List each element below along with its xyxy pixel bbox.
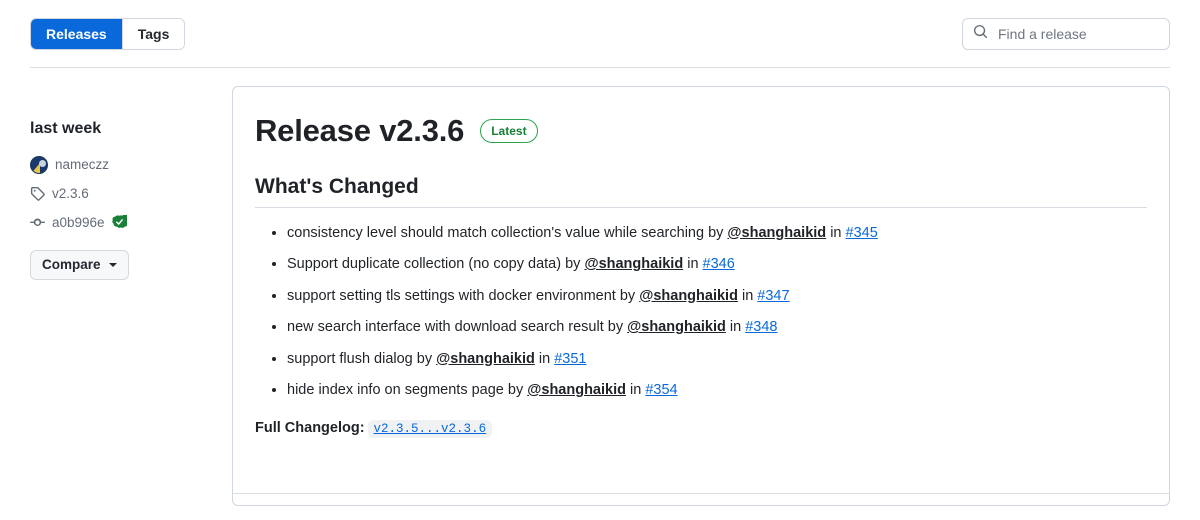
author-link[interactable]: nameczz <box>55 157 109 172</box>
pr-link[interactable]: #347 <box>757 288 789 304</box>
pr-link[interactable]: #345 <box>846 225 878 241</box>
release-title-row: Release v2.3.6 Latest <box>255 113 1147 149</box>
release-card: Release v2.3.6 Latest What's Changed con… <box>232 86 1170 506</box>
release-meta-sidebar: last week nameczz v2.3.6 a0b996e Compare <box>30 68 232 280</box>
commit-sha[interactable]: a0b996e <box>52 215 105 230</box>
chevron-down-icon <box>108 262 117 267</box>
git-commit-icon <box>30 215 45 230</box>
search-icon <box>973 24 988 44</box>
pr-link[interactable]: #351 <box>554 351 586 367</box>
list-item: support setting tls settings with docker… <box>287 285 1147 307</box>
change-text: new search interface with download searc… <box>287 319 628 336</box>
release-tag-toggle[interactable]: Releases Tags <box>30 18 186 50</box>
change-text-in: in <box>725 319 746 336</box>
compare-button[interactable]: Compare <box>30 249 129 280</box>
list-item: new search interface with download searc… <box>287 316 1147 338</box>
list-item: consistency level should match collectio… <box>287 222 1147 244</box>
tab-tags[interactable]: Tags <box>122 19 185 49</box>
full-changelog-label: Full Changelog: <box>255 420 365 437</box>
release-date: last week <box>30 120 102 137</box>
change-text: support setting tls settings with docker… <box>287 287 640 304</box>
page-header: Releases Tags <box>0 0 1200 68</box>
pr-link[interactable]: #354 <box>645 382 677 398</box>
compare-button-label: Compare <box>42 257 101 273</box>
release-author-row[interactable]: nameczz <box>30 154 232 176</box>
release-tag-row[interactable]: v2.3.6 <box>30 183 232 205</box>
status-badge: Latest <box>480 118 538 143</box>
page-title: Release v2.3.6 <box>255 113 465 148</box>
change-text-in: in <box>683 256 703 273</box>
list-item: hide index info on segments page by @sha… <box>287 379 1147 401</box>
mention-link[interactable]: @shanghaikid <box>584 256 683 272</box>
change-text: consistency level should match collectio… <box>287 224 728 241</box>
tab-releases[interactable]: Releases <box>31 19 122 49</box>
release-search-box[interactable] <box>962 18 1170 50</box>
release-commit-row[interactable]: a0b996e <box>30 212 232 234</box>
change-text: Support duplicate collection (no copy da… <box>287 256 585 273</box>
full-changelog-link[interactable]: v2.3.5...v2.3.6 <box>367 420 493 439</box>
whats-changed-heading: What's Changed <box>255 175 1147 208</box>
mention-link[interactable]: @shanghaikid <box>639 288 738 304</box>
change-text-in: in <box>625 381 646 398</box>
changes-list: consistency level should match collectio… <box>255 222 1147 402</box>
change-text-in: in <box>737 287 758 304</box>
tag-icon <box>30 186 45 202</box>
mention-link[interactable]: @shanghaikid <box>527 382 626 398</box>
pr-link[interactable]: #346 <box>703 256 735 272</box>
search-input[interactable] <box>996 25 1159 43</box>
pr-link[interactable]: #348 <box>745 319 777 335</box>
verified-badge-icon <box>111 215 127 230</box>
mention-link[interactable]: @shanghaikid <box>436 351 535 367</box>
list-item: Support duplicate collection (no copy da… <box>287 253 1147 275</box>
change-text: hide index info on segments page by <box>287 381 528 398</box>
header-divider <box>30 67 1170 68</box>
change-text: support flush dialog by <box>287 350 437 367</box>
mention-link[interactable]: @shanghaikid <box>627 319 726 335</box>
tag-name[interactable]: v2.3.6 <box>52 186 89 201</box>
list-item: support flush dialog by @shanghaikid in … <box>287 348 1147 370</box>
page-body: last week nameczz v2.3.6 a0b996e Compare… <box>0 68 1200 506</box>
change-text-in: in <box>826 224 846 241</box>
card-section-divider <box>233 493 1169 494</box>
full-changelog-row: Full Changelog: v2.3.5...v2.3.6 <box>255 420 1147 439</box>
avatar <box>30 155 48 174</box>
change-text-in: in <box>534 350 555 367</box>
mention-link[interactable]: @shanghaikid <box>727 225 826 241</box>
